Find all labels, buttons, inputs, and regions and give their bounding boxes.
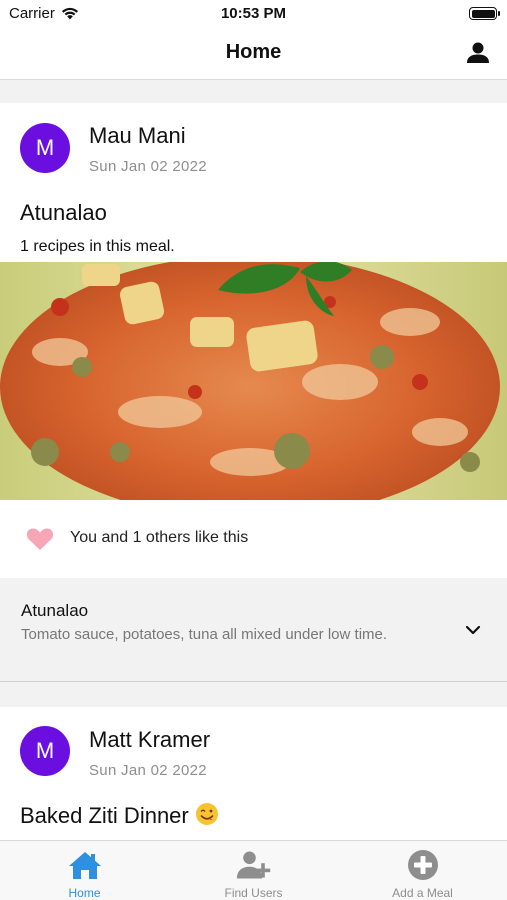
meal-post-card: M Matt Kramer Sun Jan 02 2022 Baked Ziti… — [0, 707, 507, 840]
meal-title-row: Baked Ziti Dinner — [20, 802, 219, 829]
likes-count-text: You and 1 others like this — [70, 529, 249, 546]
meal-title: Atunalao — [20, 200, 107, 225]
post-date: Sun Jan 02 2022 — [89, 158, 207, 175]
meal-title: Baked Ziti Dinner — [20, 803, 189, 828]
tab-home-label: Home — [68, 886, 101, 900]
tab-add-meal-label: Add a Meal — [392, 886, 453, 900]
tab-find-users-label: Find Users — [224, 886, 283, 900]
avatar[interactable]: M — [20, 123, 70, 173]
meal-photo[interactable] — [0, 262, 507, 500]
post-date: Sun Jan 02 2022 — [89, 762, 207, 779]
status-bar: Carrier 10:53 PM — [0, 0, 507, 28]
nav-bar: Home — [0, 28, 507, 80]
profile-icon[interactable] — [467, 41, 489, 65]
add-user-icon — [236, 851, 270, 879]
meal-post-card: M Mau Mani Sun Jan 02 2022 Atunalao 1 re… — [0, 103, 507, 682]
chevron-down-icon[interactable] — [465, 624, 481, 636]
recipe-count: 1 recipes in this meal. — [20, 238, 175, 255]
plus-circle-icon — [407, 850, 438, 880]
tab-find-users[interactable]: Find Users — [169, 841, 338, 900]
status-time: 10:53 PM — [220, 5, 287, 22]
avatar[interactable]: M — [20, 726, 70, 776]
smiley-emoji-icon — [195, 803, 218, 825]
recipe-accordion[interactable]: Atunalao Tomato sauce, potatoes, tuna al… — [0, 578, 507, 682]
home-icon — [68, 852, 101, 879]
like-row: You and 1 others like this — [0, 500, 507, 578]
recipe-name: Atunalao — [21, 601, 89, 620]
author-name[interactable]: Mau Mani — [89, 123, 186, 149]
heart-icon[interactable] — [26, 527, 54, 551]
page-title: Home — [225, 41, 282, 63]
tab-add-meal[interactable]: Add a Meal — [338, 841, 507, 900]
battery-icon — [469, 7, 500, 20]
recipe-description: Tomato sauce, potatoes, tuna all mixed u… — [21, 626, 388, 643]
tab-bar: Home Find Users Add a Meal — [0, 840, 507, 900]
author-name[interactable]: Matt Kramer — [89, 727, 210, 753]
tab-home[interactable]: Home — [0, 841, 169, 900]
